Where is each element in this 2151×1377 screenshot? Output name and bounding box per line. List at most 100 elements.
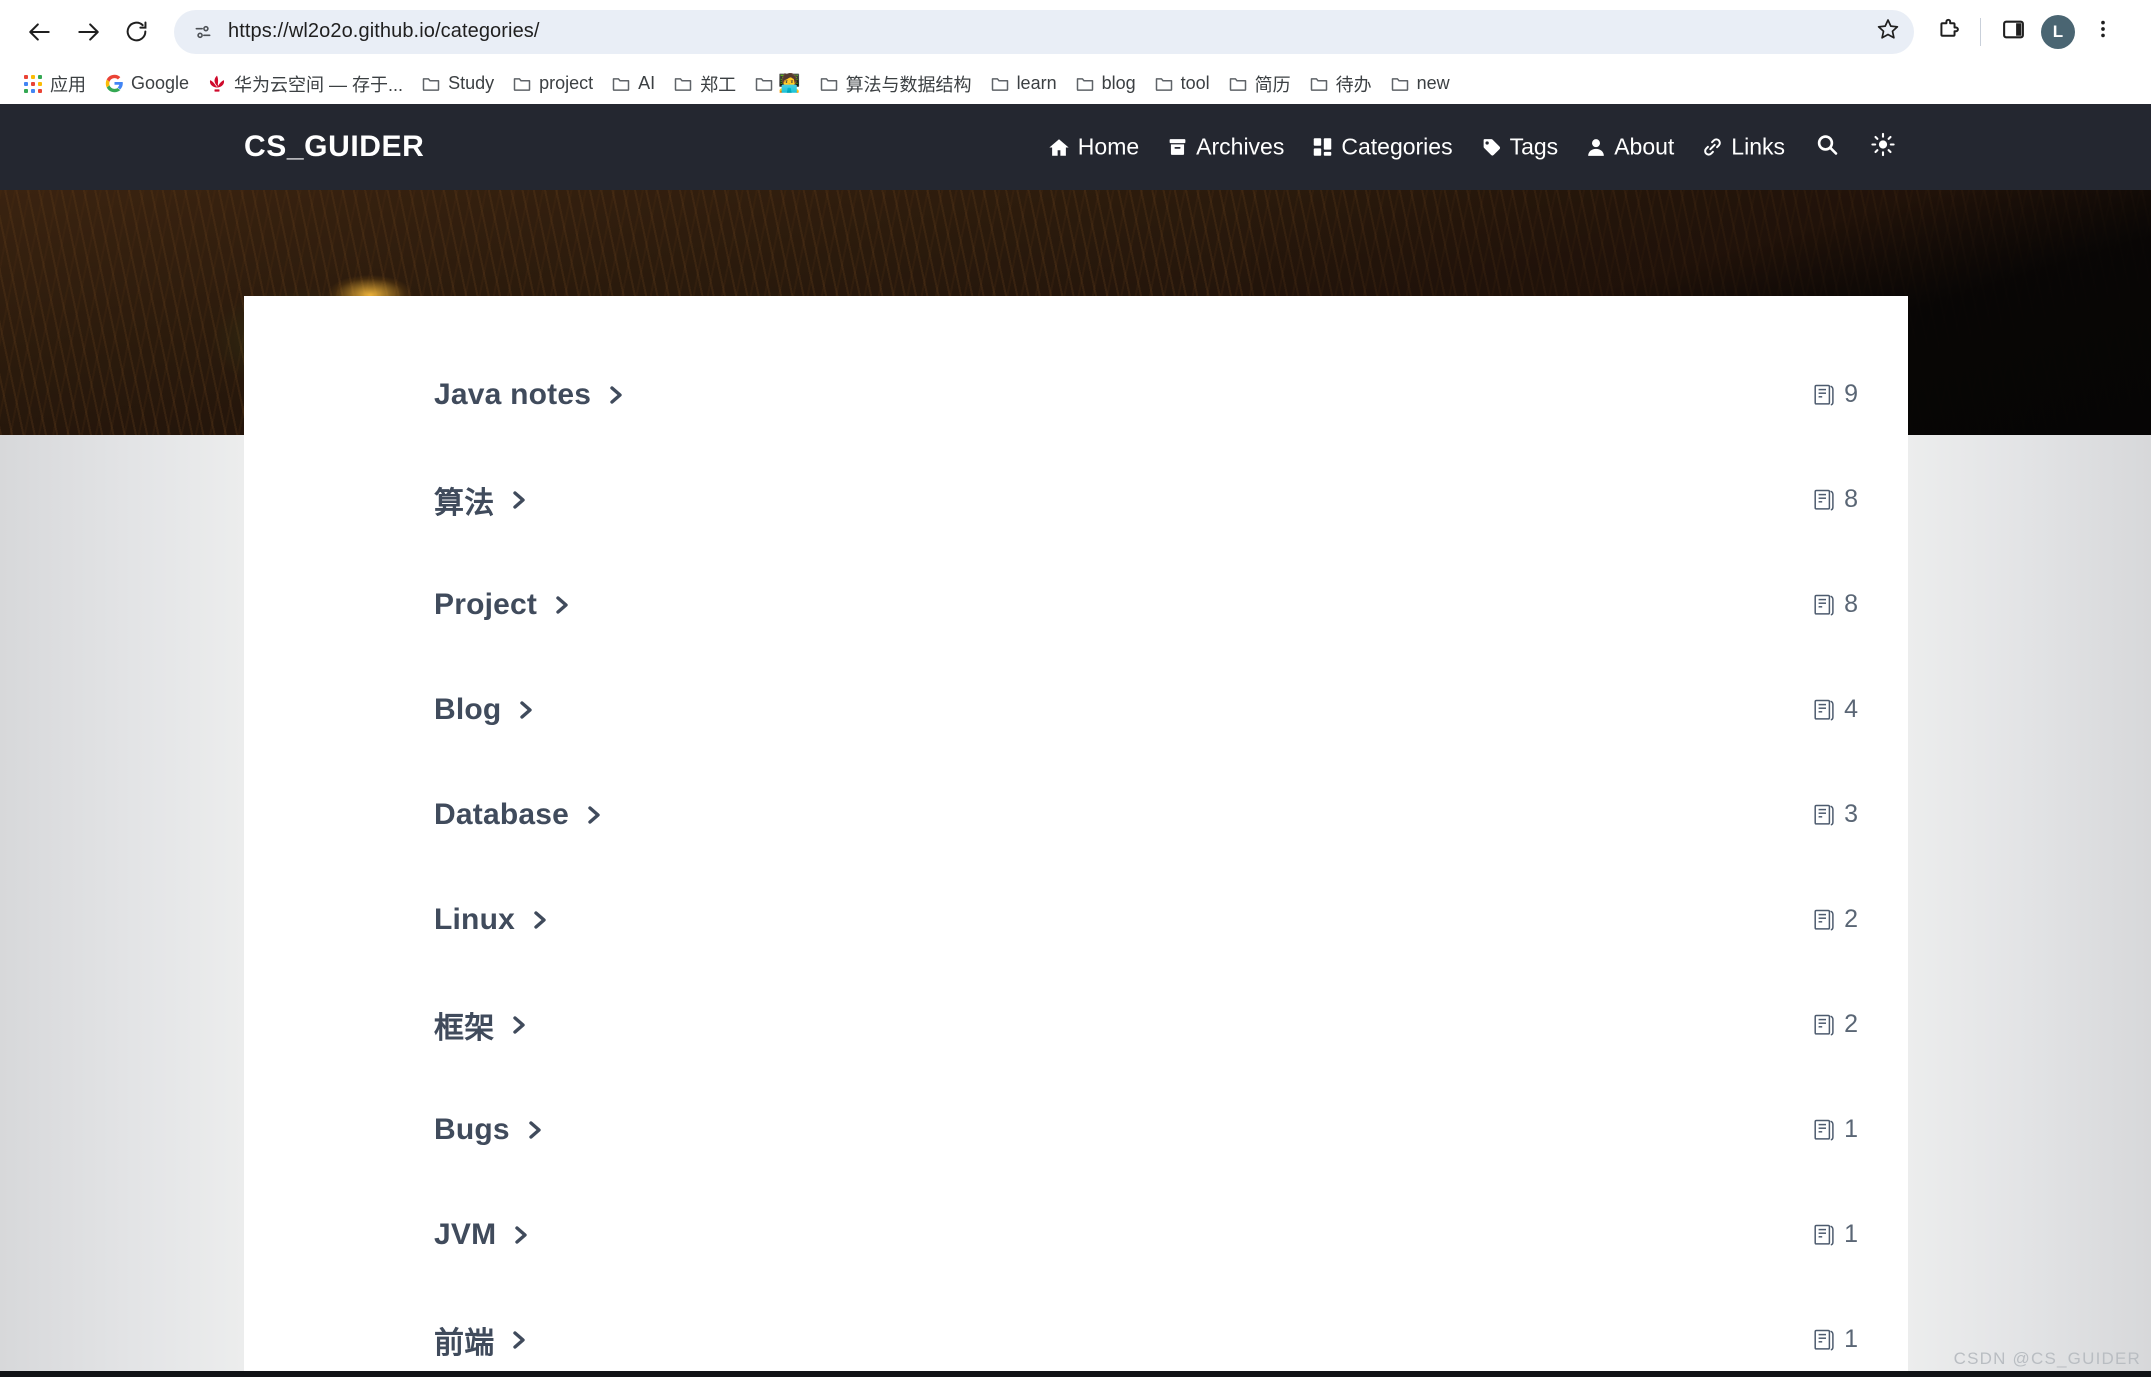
- bookmark-folder-zhenggong[interactable]: 郑工: [664, 67, 745, 101]
- category-row[interactable]: Java notes 9: [244, 342, 1908, 447]
- side-panel-icon: [2001, 17, 2026, 47]
- category-row[interactable]: Bugs 1: [244, 1077, 1908, 1182]
- bookmark-folder-learn[interactable]: learn: [981, 67, 1066, 101]
- bookmark-folder-algorithms[interactable]: 算法与数据结构: [810, 67, 981, 101]
- bookmark-label: 待办: [1335, 74, 1372, 95]
- site-settings-icon[interactable]: [188, 17, 218, 47]
- url-text[interactable]: https://wl2o2o.github.io/categories/: [228, 20, 1870, 43]
- category-link[interactable]: Linux: [434, 903, 549, 937]
- bookmark-folder-study[interactable]: Study: [412, 67, 503, 101]
- file-copy-icon: [1813, 488, 1835, 512]
- post-count: 1: [1813, 1325, 1858, 1354]
- bookmark-folder-project[interactable]: project: [503, 67, 602, 101]
- extensions-button[interactable]: [1926, 10, 1970, 54]
- bookmark-folder-tool[interactable]: tool: [1145, 67, 1219, 101]
- category-link[interactable]: JVM: [434, 1218, 530, 1252]
- nav-item-home[interactable]: Home: [1034, 134, 1153, 161]
- category-row[interactable]: JVM 1: [244, 1182, 1908, 1287]
- category-row[interactable]: 框架 2: [244, 972, 1908, 1077]
- chevron-right-icon: [553, 593, 571, 617]
- chevron-right-icon: [607, 383, 625, 407]
- user-icon: [1586, 137, 1606, 157]
- folder-icon: [819, 74, 839, 94]
- bookmark-star-button[interactable]: [1870, 14, 1906, 50]
- profile-avatar[interactable]: L: [2041, 14, 2075, 49]
- site-navbar: CS_GUIDER Home Archives Categories Tags …: [0, 104, 2151, 190]
- bookmark-huawei[interactable]: 华为云空间 — 存于...: [198, 67, 412, 101]
- nav-item-archives[interactable]: Archives: [1153, 134, 1298, 161]
- folder-icon: [1390, 74, 1410, 94]
- category-row[interactable]: Project 8: [244, 552, 1908, 657]
- post-count-value: 9: [1844, 380, 1858, 408]
- bookmark-folder-todo[interactable]: 待办: [1300, 67, 1381, 101]
- bookmark-label: 郑工: [700, 74, 737, 95]
- bookmark-folder-ai[interactable]: AI: [602, 67, 664, 101]
- site-nav-links: Home Archives Categories Tags About Link…: [1034, 132, 1911, 162]
- bookmark-label: 应用: [50, 74, 86, 95]
- nav-item-links[interactable]: Links: [1688, 134, 1799, 161]
- post-count-value: 1: [1844, 1115, 1858, 1143]
- category-row[interactable]: Database 3: [244, 762, 1908, 867]
- post-count: 8: [1813, 485, 1858, 514]
- nav-item-about[interactable]: About: [1572, 134, 1688, 161]
- bookmark-folder-resume[interactable]: 简历: [1219, 67, 1300, 101]
- category-name: 框架: [434, 1011, 495, 1045]
- search-button[interactable]: [1799, 133, 1855, 162]
- bookmark-folder-unnamed[interactable]: 🧑‍💻: [745, 67, 809, 101]
- category-name: Blog: [434, 692, 502, 726]
- reload-button[interactable]: [112, 8, 160, 56]
- post-count: 9: [1813, 380, 1858, 409]
- category-link[interactable]: Database: [434, 798, 603, 832]
- bookmark-folder-new[interactable]: new: [1381, 67, 1459, 101]
- post-count-value: 2: [1844, 905, 1858, 933]
- toolbar-divider: [1980, 17, 1981, 46]
- category-row[interactable]: 前端 1: [244, 1287, 1908, 1377]
- side-panel-button[interactable]: [1991, 10, 2035, 54]
- viewport-bottom-edge: [0, 1371, 2151, 1377]
- post-count: 2: [1813, 905, 1858, 934]
- nav-item-label: Categories: [1341, 133, 1453, 160]
- chrome-menu-button[interactable]: [2081, 10, 2125, 54]
- folder-icon: [611, 74, 631, 94]
- category-name: JVM: [434, 1217, 497, 1251]
- theme-toggle-button[interactable]: [1855, 132, 1911, 162]
- file-copy-icon: [1813, 383, 1835, 407]
- file-copy-icon: [1813, 803, 1835, 827]
- nav-item-tags[interactable]: Tags: [1467, 134, 1573, 161]
- post-count-value: 1: [1844, 1220, 1858, 1248]
- star-icon: [1876, 17, 1900, 46]
- category-link[interactable]: 框架: [434, 1003, 528, 1047]
- home-icon: [1048, 136, 1070, 158]
- file-copy-icon: [1813, 1223, 1835, 1247]
- category-row[interactable]: Linux 2: [244, 867, 1908, 972]
- category-link[interactable]: Blog: [434, 693, 535, 727]
- web-page: CS_GUIDER Home Archives Categories Tags …: [0, 104, 2151, 1377]
- link-chain-icon: [1702, 137, 1723, 158]
- apps-grid-icon: [23, 74, 43, 94]
- back-button[interactable]: [16, 8, 64, 56]
- bookmarks-bar: 应用 Google 华为云空间 — 存于... Study project AI…: [0, 63, 2151, 104]
- bookmark-folder-blog[interactable]: blog: [1066, 67, 1145, 101]
- google-g-icon: [104, 74, 124, 94]
- category-link[interactable]: Project: [434, 588, 571, 622]
- address-bar[interactable]: https://wl2o2o.github.io/categories/: [174, 9, 1914, 54]
- sun-icon: [1871, 132, 1895, 162]
- file-copy-icon: [1813, 1013, 1835, 1037]
- file-copy-icon: [1813, 698, 1835, 722]
- nav-item-label: About: [1614, 133, 1675, 160]
- category-link[interactable]: 算法: [434, 478, 528, 522]
- category-link[interactable]: Java notes: [434, 378, 625, 412]
- category-name: Bugs: [434, 1112, 510, 1146]
- category-row[interactable]: Blog 4: [244, 657, 1908, 762]
- folder-icon: [673, 74, 693, 94]
- category-link[interactable]: 前端: [434, 1318, 528, 1362]
- folder-icon: [1228, 74, 1248, 94]
- bookmark-google[interactable]: Google: [95, 67, 198, 101]
- category-row[interactable]: 算法 8: [244, 447, 1908, 552]
- bookmark-apps[interactable]: 应用: [14, 67, 95, 101]
- category-link[interactable]: Bugs: [434, 1113, 544, 1147]
- categories-card: Java notes 9 算法 8 Project 8 Blog 4 Datab…: [244, 296, 1908, 1377]
- nav-item-categories[interactable]: Categories: [1298, 134, 1466, 161]
- forward-button[interactable]: [64, 8, 112, 56]
- site-brand[interactable]: CS_GUIDER: [244, 130, 424, 164]
